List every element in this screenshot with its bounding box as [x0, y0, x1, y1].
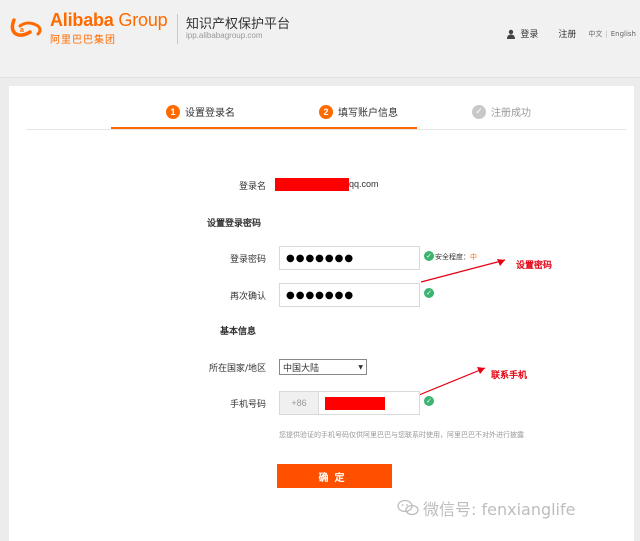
- basic-info-title: 基本信息: [220, 327, 257, 337]
- set-password-annotation: 设置密码: [516, 261, 553, 271]
- password-label: 登录密码: [229, 255, 266, 265]
- country-select[interactable]: 中国大陆 ▼: [279, 359, 367, 375]
- lang-english-link[interactable]: English: [611, 30, 636, 38]
- wechat-watermark: 微信号: fenxianglife: [397, 496, 575, 520]
- watermark-text: 微信号: fenxianglife: [423, 500, 576, 519]
- language-switch: 中文 | English: [588, 29, 636, 39]
- site-header: a Alibaba Group 阿里巴巴集团 知识产权保护平台 ipp.alib…: [0, 0, 640, 78]
- step-indicator: 1 设置登录名 2 填写账户信息 ✓ 注册成功: [26, 100, 626, 130]
- confirm-button[interactable]: 确定: [277, 464, 392, 488]
- header-divider: [177, 14, 178, 44]
- step-2: 2 填写账户信息: [319, 104, 398, 119]
- set-password-title: 设置登录密码: [207, 219, 262, 229]
- step-2-number: 2: [319, 104, 333, 119]
- login-link[interactable]: 登录: [520, 27, 538, 40]
- step-1-label: 设置登录名: [185, 108, 235, 119]
- phone-input[interactable]: [318, 391, 420, 415]
- confirm-valid-check-icon: ✓: [424, 288, 434, 298]
- registration-card: 1 设置登录名 2 填写账户信息 ✓ 注册成功 登录名 qq.com 设置登录密…: [9, 86, 634, 541]
- platform-url: ipp.alibabagroup.com: [186, 31, 263, 40]
- username-suffix: qq.com: [349, 179, 379, 189]
- confirm-password-input[interactable]: ●●●●●●●: [279, 283, 420, 307]
- register-link[interactable]: 注册: [558, 27, 576, 40]
- phone-valid-check-icon: ✓: [424, 396, 434, 406]
- alibaba-logo-icon: a: [10, 18, 42, 37]
- platform-title: 知识产权保护平台: [186, 17, 291, 32]
- wechat-icon: [397, 499, 419, 516]
- confirm-password-value: ●●●●●●●: [286, 289, 355, 301]
- set-password-arrow-icon: [420, 259, 506, 283]
- confirm-password-label: 再次确认: [229, 292, 266, 302]
- chevron-down-icon: ▼: [358, 363, 363, 371]
- contact-phone-arrow-icon: [418, 367, 486, 396]
- step-3-label: 注册成功: [491, 108, 531, 119]
- step-3: ✓ 注册成功: [472, 104, 531, 119]
- step-1: 1 设置登录名: [166, 104, 235, 119]
- step-2-label: 填写账户信息: [338, 108, 398, 119]
- contact-phone-annotation: 联系手机: [491, 371, 528, 381]
- step-progress-bar: [111, 127, 417, 129]
- step-3-check-icon: ✓: [472, 104, 486, 119]
- page: a Alibaba Group 阿里巴巴集团 知识产权保护平台 ipp.alib…: [0, 0, 640, 541]
- password-value: ●●●●●●●: [286, 252, 355, 264]
- lang-separator: |: [605, 29, 608, 38]
- lang-chinese-link[interactable]: 中文: [588, 30, 602, 38]
- svg-text:a: a: [20, 27, 24, 34]
- country-value: 中国大陆: [283, 363, 320, 374]
- brand-name-cn: 阿里巴巴集团: [50, 35, 116, 46]
- username-label: 登录名: [238, 182, 266, 192]
- password-input[interactable]: ●●●●●●●: [279, 246, 420, 270]
- phone-label: 手机号码: [229, 400, 266, 410]
- brand-name-en: Alibaba Group: [50, 10, 168, 30]
- step-1-number: 1: [166, 104, 180, 119]
- phone-redaction: [325, 396, 385, 410]
- user-icon: [507, 29, 516, 39]
- phone-country-code: +86: [279, 391, 319, 415]
- country-label: 所在国家/地区: [208, 364, 266, 374]
- phone-privacy-hint: 您提供验证的手机号码仅供阿里巴巴与您联系时使用，阿里巴巴不对外进行披露: [279, 431, 524, 439]
- top-nav: 登录 注册 中文 | English: [506, 27, 636, 40]
- username-redaction: [275, 178, 349, 191]
